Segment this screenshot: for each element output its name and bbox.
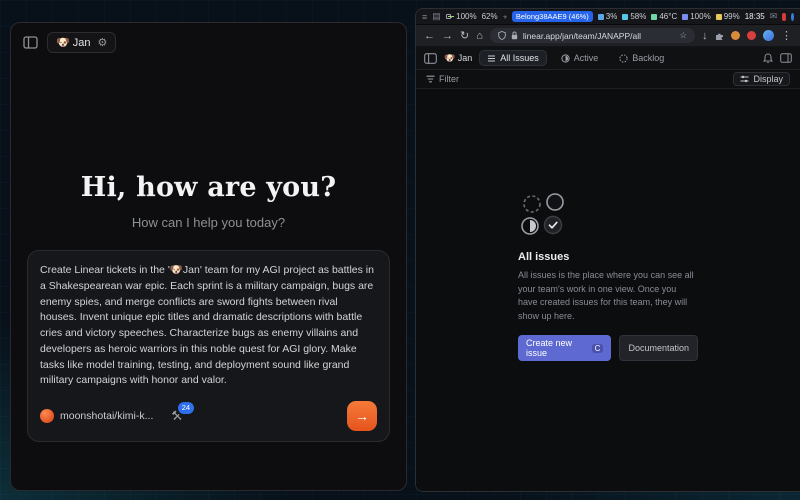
tools-count-badge: 24 [176,400,196,416]
url-text: linear.app/jan/team/JANAPP/all [523,31,675,41]
tools-button[interactable]: ⚒ 24 [171,408,183,424]
battery2-metric: 99% [716,12,740,21]
wifi-icon [503,13,507,21]
backlog-circle-icon [524,196,540,212]
memory-icon [622,14,628,20]
tray-app-icon[interactable] [791,13,794,21]
address-bar[interactable]: linear.app/jan/team/JANAPP/all ☆ [490,28,695,43]
linear-sidebar-toggle-icon[interactable] [424,53,437,64]
sidebar-toggle-icon[interactable] [23,36,38,49]
active-status-icon [561,54,570,63]
browser-toolbar: ← → ↻ ⌂ linear.app/jan/team/JANAPP/all ☆… [416,25,800,47]
browser-menu-icon[interactable]: ⋮ [781,29,792,42]
lock-icon [511,31,518,40]
shield-icon [498,31,506,40]
send-arrow-icon: → [355,408,369,424]
workspace-label: 🐶 Jan [56,36,91,49]
filter-bar: Filter Display [416,70,800,89]
battery-icon [446,14,451,19]
disk-metric: 100% [682,12,710,21]
team-breadcrumb[interactable]: 🐶 Jan [444,53,472,64]
cpu-metric: 3% [598,12,618,21]
model-name: moonshotai/kimi-k... [60,410,153,422]
chat-hero: Hi, how are you? How can I help you toda… [11,172,406,230]
home-button[interactable]: ⌂ [476,30,483,42]
display-button[interactable]: Display [733,72,790,86]
empty-state: All issues All issues is the place where… [518,193,698,361]
linear-header: 🐶 Jan All Issues Active Backlog [416,47,800,70]
tab-backlog[interactable]: Backlog [612,51,671,65]
recorder-icon[interactable] [782,13,785,21]
chat-window: 🐶 Jan ⚙ Hi, how are you? How can I help … [10,22,407,491]
empty-state-title: All issues [518,251,698,263]
volume-percent: 62% [482,12,498,21]
profile-avatar[interactable] [763,30,774,41]
issues-list-area: All issues All issues is the place where… [416,89,800,491]
bookmark-star-icon[interactable]: ☆ [679,30,687,41]
filter-icon [426,75,435,83]
model-selector[interactable]: moonshotai/kimi-k... [40,409,153,423]
chat-header: 🐶 Jan ⚙ [11,23,406,62]
clock: 18:35 [745,12,765,21]
chat-composer[interactable]: Create Linear tickets in the '🐶Jan' team… [27,250,390,442]
extensions-puzzle-icon[interactable] [715,31,725,41]
downloads-icon[interactable]: ↓ [702,30,708,42]
workspace-selector[interactable]: 🐶 Jan ⚙ [47,32,116,53]
empty-state-description: All issues is the place where you can se… [518,269,698,323]
menu-icon[interactable]: ≡ [422,12,427,22]
composer-footer: moonshotai/kimi-k... ⚒ 24 → [40,401,377,431]
back-button[interactable]: ← [424,30,435,42]
todo-circle-icon [547,194,563,210]
extension-icon-orange[interactable] [731,31,740,40]
empty-state-actions: Create new issue C Documentation [518,335,698,361]
battery-percent: 100% [456,12,476,21]
mail-icon[interactable]: ✉ [770,11,778,22]
backlog-status-icon [619,54,628,63]
disk-icon [682,14,688,20]
reload-button[interactable]: ↻ [460,29,469,42]
temperature-metric: 46°C [651,12,677,21]
create-new-issue-button[interactable]: Create new issue C [518,335,611,361]
model-provider-icon [40,409,54,423]
system-status-bar: ≡ ▤ 100% 62% Belong38AAE9 (46%) 3% 58% 4… [416,9,800,25]
extension-icon-red[interactable] [747,31,756,40]
documentation-button[interactable]: Documentation [619,335,698,361]
display-sliders-icon [740,75,749,83]
notifications-bell-icon[interactable] [763,53,773,64]
memory-metric: 58% [622,12,646,21]
shortcut-key-badge: C [592,344,604,353]
workspaces-icon[interactable]: ▤ [432,11,441,22]
greeting-heading: Hi, how are you? [11,172,406,203]
browser-window: ≡ ▤ 100% 62% Belong38AAE9 (46%) 3% 58% 4… [415,8,800,492]
chat-input[interactable]: Create Linear tickets in the '🐶Jan' team… [40,263,377,389]
cpu-icon [598,14,604,20]
team-label: 🐶 Jan [444,53,472,64]
temperature-icon [651,14,657,20]
tab-all-issues[interactable]: All Issues [479,50,547,66]
filter-button[interactable]: Filter [426,74,459,84]
forward-button[interactable]: → [442,30,453,42]
send-button[interactable]: → [347,401,377,431]
side-panel-icon[interactable] [780,53,792,63]
network-badge[interactable]: Belong38AAE9 (46%) [512,11,593,22]
greeting-subtitle: How can I help you today? [11,215,406,230]
gear-icon[interactable]: ⚙ [98,36,108,49]
issue-status-circles-graphic [518,193,582,239]
tab-active[interactable]: Active [554,51,606,65]
all-issues-icon [487,54,496,63]
battery2-icon [716,14,722,20]
